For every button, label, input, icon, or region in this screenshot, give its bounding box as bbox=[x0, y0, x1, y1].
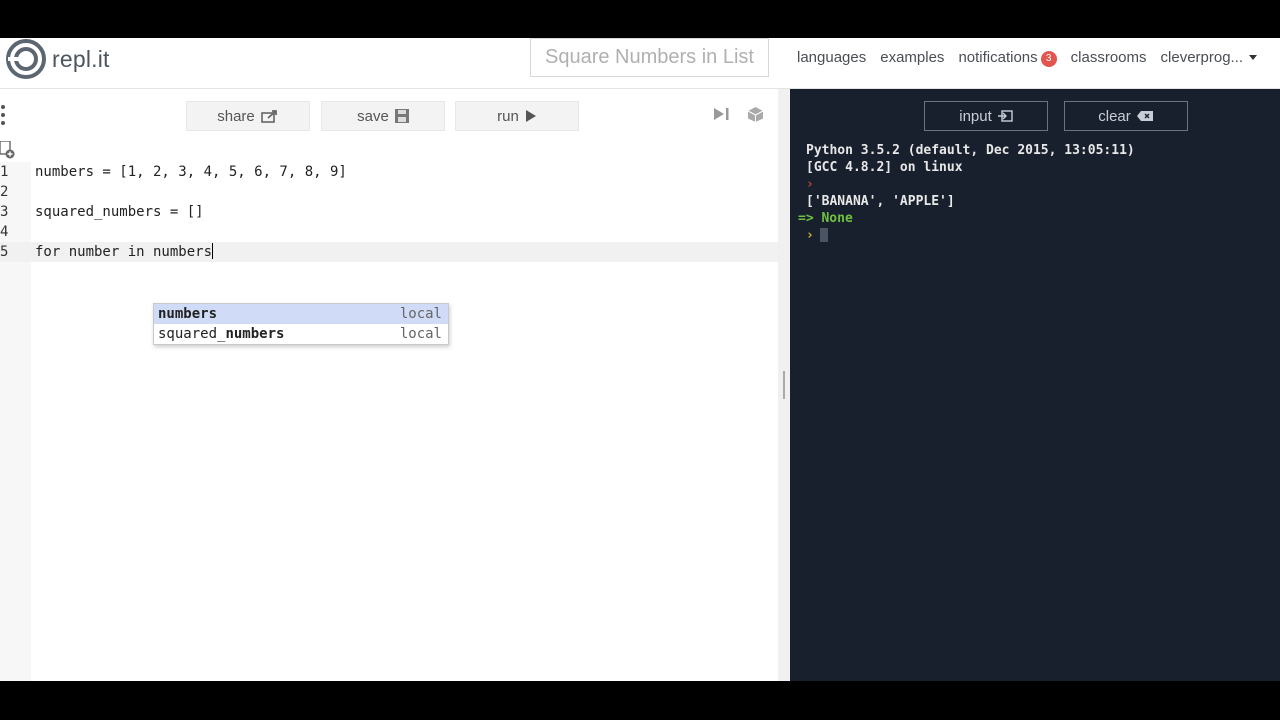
console-output-line: ['BANANA', 'APPLE'] bbox=[806, 194, 955, 209]
user-menu[interactable]: cleverprog... bbox=[1161, 49, 1258, 66]
code-editor[interactable]: 1 numbers = [1, 2, 3, 4, 5, 6, 7, 8, 9] … bbox=[0, 162, 778, 262]
replit-logo[interactable]: repl.it bbox=[6, 38, 110, 80]
pane-splitter[interactable] bbox=[778, 89, 790, 681]
line-number: 3 bbox=[0, 204, 9, 220]
backspace-icon bbox=[1136, 111, 1153, 121]
notifications-badge: 3 bbox=[1040, 50, 1057, 67]
play-icon bbox=[525, 110, 536, 122]
prompt-icon: › bbox=[806, 228, 814, 243]
top-nav: languages examples notifications 3 classr… bbox=[797, 38, 1258, 77]
replit-logo-icon bbox=[6, 39, 46, 79]
console-pane[interactable]: input clear Python 3.5.2 (default, Dec 2… bbox=[790, 89, 1280, 681]
more-options-icon[interactable] bbox=[1, 105, 7, 129]
input-icon bbox=[997, 110, 1013, 122]
share-icon bbox=[260, 110, 277, 123]
input-button[interactable]: input bbox=[924, 101, 1048, 131]
code-line-text-wrap: for number in numbers bbox=[35, 242, 214, 262]
logo-text: repl.it bbox=[52, 45, 110, 72]
autocomplete-dropdown: numbers local squared_numbers local bbox=[153, 303, 449, 345]
input-label: input bbox=[959, 107, 992, 125]
repl-title-input[interactable]: Square Numbers in List bbox=[530, 38, 769, 77]
nav-classrooms[interactable]: classrooms bbox=[1071, 49, 1147, 66]
editor-pane: share save run 1 numbers = [1, 2, 3, 4, … bbox=[0, 89, 778, 681]
line-number: 1 bbox=[0, 164, 9, 180]
line-number: 4 bbox=[0, 224, 9, 240]
run-label: run bbox=[497, 107, 519, 125]
user-name: cleverprog... bbox=[1160, 49, 1244, 66]
code-line-4: 4 bbox=[0, 222, 778, 242]
nav-languages[interactable]: languages bbox=[797, 49, 866, 66]
chevron-down-icon bbox=[1249, 55, 1258, 60]
console-cursor bbox=[819, 228, 828, 242]
autocomplete-match: numbers bbox=[158, 306, 218, 322]
nav-notifications-label: notifications bbox=[958, 48, 1038, 66]
nav-examples[interactable]: examples bbox=[880, 49, 944, 66]
run-button[interactable]: run bbox=[455, 101, 579, 131]
add-file-icon[interactable] bbox=[0, 141, 16, 159]
autocomplete-item[interactable]: squared_numbers local bbox=[154, 324, 448, 344]
clear-button[interactable]: clear bbox=[1064, 101, 1188, 131]
code-line-1: 1 numbers = [1, 2, 3, 4, 5, 6, 7, 8, 9] bbox=[0, 162, 778, 182]
result-prefix: => bbox=[798, 211, 814, 226]
result-value: None bbox=[821, 211, 853, 226]
autocomplete-item[interactable]: numbers local bbox=[154, 304, 448, 324]
console-output: Python 3.5.2 (default, Dec 2015, 13:05:1… bbox=[790, 142, 1280, 244]
save-button[interactable]: save bbox=[321, 101, 445, 131]
step-forward-icon[interactable] bbox=[712, 107, 730, 121]
code-line-3: 3 squared_numbers = [] bbox=[0, 202, 778, 222]
prompt-icon: › bbox=[806, 177, 814, 192]
code-line-text: numbers = [1, 2, 3, 4, 5, 6, 7, 8, 9] bbox=[35, 164, 347, 180]
code-line-text: for number in numbers bbox=[35, 244, 213, 260]
clear-label: clear bbox=[1098, 107, 1131, 125]
autocomplete-prefix: squared_ bbox=[158, 326, 226, 342]
console-line: [GCC 4.8.2] on linux bbox=[806, 160, 963, 175]
line-number: 2 bbox=[0, 184, 9, 200]
line-number: 5 bbox=[0, 244, 9, 260]
app-frame: repl.it Square Numbers in List languages… bbox=[0, 38, 1280, 681]
save-icon bbox=[394, 109, 409, 123]
code-line-text: squared_numbers = [] bbox=[35, 204, 204, 220]
autocomplete-meta: local bbox=[399, 326, 442, 342]
share-label: share bbox=[217, 107, 255, 125]
console-prompt[interactable]: › bbox=[790, 227, 1280, 244]
console-line: Python 3.5.2 (default, Dec 2015, 13:05:1… bbox=[806, 143, 1135, 158]
autocomplete-match: numbers bbox=[225, 326, 285, 342]
share-button[interactable]: share bbox=[186, 101, 310, 131]
top-header: repl.it Square Numbers in List languages… bbox=[0, 38, 1280, 89]
code-line-5: 5 for number in numbers bbox=[0, 242, 778, 262]
package-icon[interactable] bbox=[747, 106, 764, 123]
save-label: save bbox=[357, 107, 389, 125]
text-cursor bbox=[212, 243, 214, 259]
nav-notifications[interactable]: notifications 3 bbox=[958, 48, 1057, 67]
autocomplete-meta: local bbox=[399, 306, 442, 322]
console-result: => None bbox=[790, 210, 1280, 227]
code-line-2: 2 bbox=[0, 182, 778, 202]
